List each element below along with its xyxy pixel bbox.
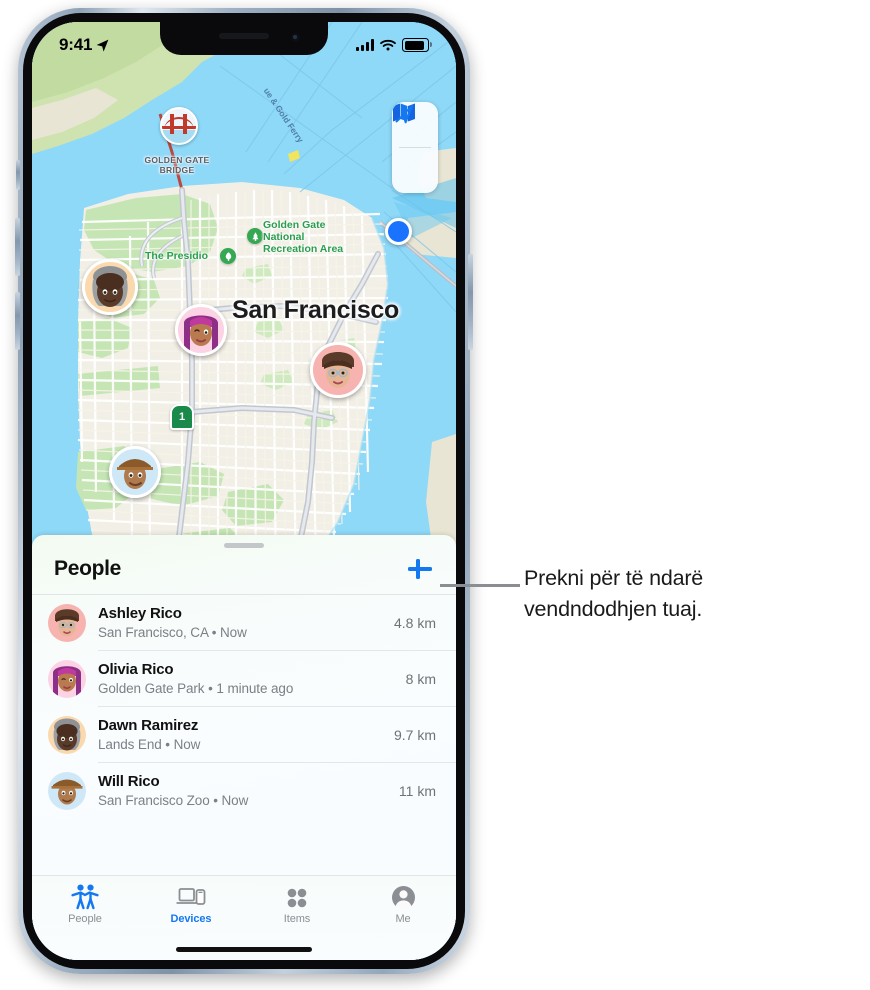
- tab-label-me: Me: [395, 913, 411, 925]
- locate-me-button[interactable]: [392, 105, 438, 193]
- person-distance: 8 km: [405, 670, 436, 687]
- table-row[interactable]: Ashley Rico San Francisco, CA • Now 4.8 …: [32, 595, 456, 650]
- row-text: Dawn Ramirez Lands End • Now: [98, 717, 386, 753]
- front-camera: [291, 33, 300, 42]
- row-text: Ashley Rico San Francisco, CA • Now: [98, 605, 386, 641]
- iphone-device: GOLDEN GATE BRIDGE Golden Gate National …: [15, 8, 473, 974]
- status-bar-right: [356, 38, 432, 52]
- person-name: Dawn Ramirez: [98, 716, 199, 734]
- ggnra-park-icon: [247, 228, 263, 244]
- person-distance: 4.8 km: [393, 614, 436, 631]
- person-distance: 9.7 km: [393, 726, 436, 743]
- presidio-park-icon: [220, 248, 236, 264]
- location-arrow-icon: [96, 39, 109, 52]
- earpiece-speaker: [219, 33, 269, 39]
- callout-leader-line: [440, 584, 520, 587]
- person-subtitle: San Francisco, CA • Now: [98, 624, 247, 640]
- avatar: [48, 771, 86, 810]
- person-distance: 11 km: [398, 782, 436, 799]
- add-person-button[interactable]: [406, 555, 434, 583]
- device-screen: GOLDEN GATE BRIDGE Golden Gate National …: [32, 22, 456, 960]
- sheet-drag-handle[interactable]: [224, 543, 264, 548]
- user-location-dot: [385, 218, 412, 245]
- people-icon: [71, 882, 99, 910]
- tab-people[interactable]: People: [32, 882, 138, 925]
- volume-up-button[interactable]: [15, 218, 20, 276]
- status-time: 9:41: [59, 35, 93, 54]
- callout-line-1: Prekni për të ndarë: [524, 566, 704, 590]
- battery-icon: [402, 38, 432, 52]
- map-avatar-will[interactable]: [109, 446, 161, 498]
- silent-switch[interactable]: [16, 160, 20, 190]
- avatar: [48, 715, 86, 754]
- row-text: Will Rico San Francisco Zoo • Now: [98, 773, 391, 809]
- devices-icon: [176, 882, 206, 910]
- person-name: Olivia Rico: [98, 660, 174, 678]
- items-icon: [284, 882, 310, 910]
- wifi-icon: [380, 39, 396, 51]
- tab-label-devices: Devices: [170, 913, 212, 925]
- status-bar-left: 9:41: [59, 35, 110, 55]
- person-subtitle: Lands End • Now: [98, 736, 201, 752]
- table-row[interactable]: Will Rico San Francisco Zoo • Now 11 km: [32, 763, 456, 818]
- person-circle-icon: [391, 882, 416, 910]
- locate-arrow-icon: [395, 105, 413, 124]
- table-row[interactable]: Olivia Rico Golden Gate Park • 1 minute …: [32, 651, 456, 706]
- cellular-bars-icon: [356, 39, 374, 51]
- home-indicator[interactable]: [176, 947, 312, 952]
- tab-devices[interactable]: Devices: [138, 882, 244, 925]
- tab-me[interactable]: Me: [350, 882, 456, 925]
- sheet-title: People: [54, 557, 122, 580]
- map-avatar-olivia[interactable]: [175, 304, 227, 356]
- volume-down-button[interactable]: [15, 292, 20, 350]
- tab-label-people: People: [68, 913, 102, 925]
- map-avatar-dawn[interactable]: [82, 259, 138, 315]
- tab-label-items: Items: [283, 913, 311, 925]
- device-notch: [160, 22, 328, 55]
- callout-line-2: vendndodhjen tuaj.: [524, 597, 703, 621]
- row-text: Olivia Rico Golden Gate Park • 1 minute …: [98, 661, 398, 697]
- map-controls-panel[interactable]: [392, 102, 438, 193]
- person-subtitle: San Francisco Zoo • Now: [98, 792, 249, 808]
- golden-gate-bridge-marker[interactable]: [160, 107, 198, 145]
- avatar: [48, 603, 86, 642]
- power-button[interactable]: [468, 254, 473, 350]
- map-avatar-ashley[interactable]: [310, 342, 366, 398]
- person-name: Will Rico: [98, 772, 160, 790]
- person-name: Ashley Rico: [98, 604, 182, 622]
- callout-text: Prekni për të ndarë vendndodhjen tuaj.: [524, 563, 854, 625]
- highway-shield-1: 1: [170, 404, 194, 430]
- person-subtitle: Golden Gate Park • 1 minute ago: [98, 680, 294, 696]
- table-row[interactable]: Dawn Ramirez Lands End • Now 9.7 km: [32, 707, 456, 762]
- tab-items[interactable]: Items: [244, 882, 350, 925]
- avatar: [48, 659, 86, 698]
